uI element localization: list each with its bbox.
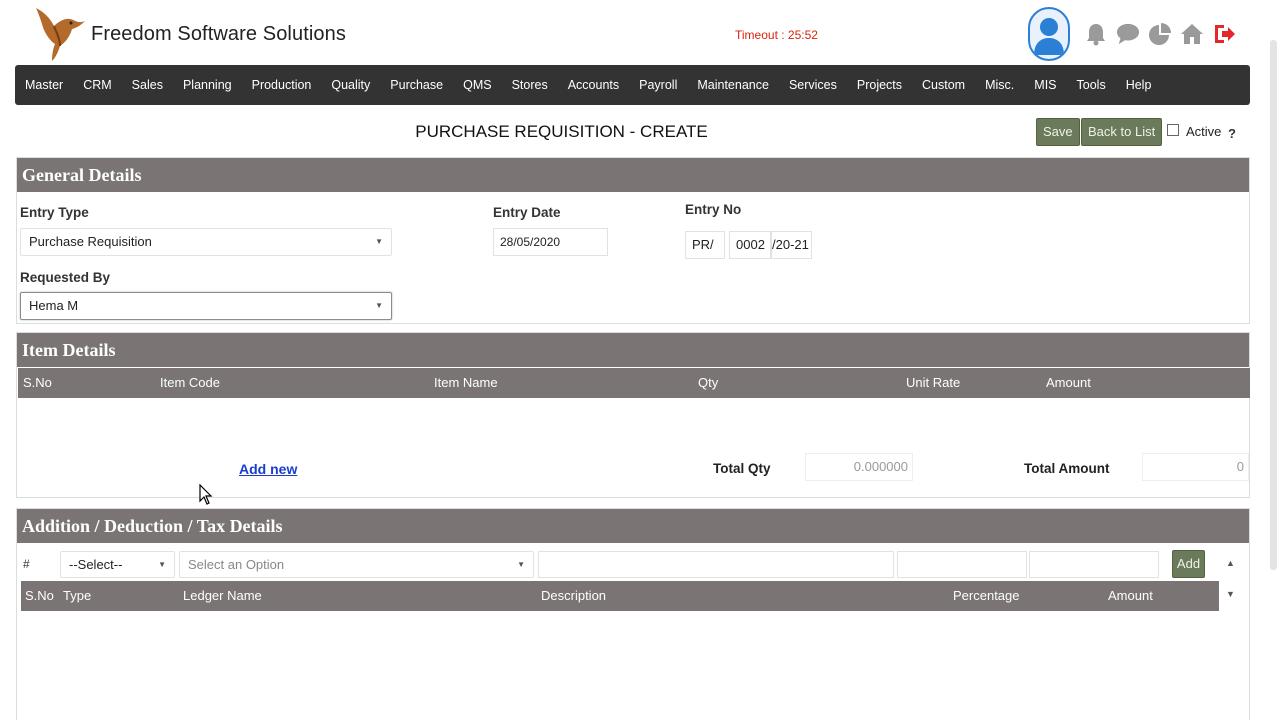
col-item-code: Item Code [160,375,220,390]
entry-type-label: Entry Type [20,205,89,220]
scroll-down-icon[interactable]: ▼ [1226,589,1235,599]
total-qty-label: Total Qty [713,461,771,476]
header-icons [1028,6,1240,62]
description-input[interactable] [538,551,894,578]
app-header: Freedom Software Solutions Timeout : 25:… [0,0,1280,64]
menu-misc[interactable]: Misc. [985,78,1014,92]
main-menu: Master CRM Sales Planning Production Qua… [15,65,1250,105]
general-details-heading: General Details [17,158,1249,192]
menu-accounts[interactable]: Accounts [568,78,619,92]
entry-no-label: Entry No [685,202,742,217]
col-item-name: Item Name [434,375,498,390]
menu-services[interactable]: Services [789,78,837,92]
save-button[interactable]: Save [1036,118,1080,146]
page-title: PURCHASE REQUISITION - CREATE [415,122,708,141]
tax-type-select[interactable]: --Select-- ▼ [60,551,175,578]
entry-no-suffix: /20-21 [771,231,812,259]
user-avatar-icon[interactable] [1028,7,1070,61]
col-ledger-name: Ledger Name [183,588,262,603]
menu-tools[interactable]: Tools [1077,78,1106,92]
ledger-select[interactable]: Select an Option ▼ [179,551,534,578]
chat-icon[interactable] [1116,22,1140,46]
chevron-down-icon: ▼ [517,560,525,569]
menu-sales[interactable]: Sales [132,78,163,92]
general-details-panel: General Details Entry Type Purchase Requ… [16,157,1250,324]
col-type: Type [63,588,92,603]
col-sno: S.No [25,588,54,603]
pie-chart-icon[interactable] [1148,22,1172,46]
ledger-placeholder: Select an Option [188,557,285,572]
help-icon[interactable]: ? [1228,126,1236,141]
chevron-down-icon: ▼ [158,560,166,569]
menu-crm[interactable]: CRM [83,78,111,92]
menu-payroll[interactable]: Payroll [639,78,677,92]
tax-details-panel: Addition / Deduction / Tax Details # --S… [16,508,1250,720]
menu-stores[interactable]: Stores [512,78,548,92]
tax-grid-header: S.No Type Ledger Name Description Percen… [21,581,1219,611]
total-amount-value: 0 [1142,453,1249,481]
col-amount: Amount [1108,588,1153,603]
session-timeout: Timeout : 25:52 [735,28,818,42]
total-qty-value: 0.000000 [805,453,913,481]
entry-no-number[interactable]: 0002 [729,231,771,259]
back-to-list-button[interactable]: Back to List [1081,118,1163,146]
menu-planning[interactable]: Planning [183,78,232,92]
mouse-cursor-icon [199,484,213,505]
entry-type-select[interactable]: Purchase Requisition ▼ [20,228,392,256]
col-description: Description [541,588,607,603]
home-icon[interactable] [1180,22,1204,46]
page-scrollbar[interactable] [1270,40,1277,570]
logout-icon[interactable] [1212,22,1236,46]
entry-date-label: Entry Date [493,205,561,220]
chevron-down-icon: ▼ [375,301,383,310]
chevron-down-icon: ▼ [375,237,383,246]
menu-projects[interactable]: Projects [857,78,902,92]
menu-help[interactable]: Help [1126,78,1152,92]
row-hash-label: # [23,557,30,571]
tax-type-value: --Select-- [69,557,123,572]
active-checkbox[interactable] [1167,123,1179,136]
item-details-panel: Item Details S.No Item Code Item Name Qt… [16,332,1250,498]
col-sno: S.No [23,375,52,390]
company-name: Freedom Software Solutions [91,23,346,45]
active-label: Active [1186,124,1222,139]
hummingbird-logo [36,8,85,61]
menu-mis[interactable]: MIS [1034,78,1056,92]
requested-by-select[interactable]: Hema M ▼ [20,292,392,320]
menu-quality[interactable]: Quality [331,78,370,92]
col-qty: Qty [698,375,719,390]
entry-type-value: Purchase Requisition [29,234,152,249]
bell-icon[interactable] [1084,22,1108,46]
menu-custom[interactable]: Custom [922,78,965,92]
menu-maintenance[interactable]: Maintenance [697,78,769,92]
requested-by-value: Hema M [29,298,79,313]
menu-master[interactable]: Master [25,78,63,92]
tax-details-heading: Addition / Deduction / Tax Details [17,509,1249,543]
entry-no-prefix: PR/ [685,231,725,259]
total-amount-label: Total Amount [1024,461,1110,476]
menu-qms[interactable]: QMS [463,78,491,92]
percentage-input[interactable] [897,551,1027,578]
col-unit-rate: Unit Rate [906,375,961,390]
amount-input[interactable] [1029,551,1159,578]
item-grid-header: S.No Item Code Item Name Qty Unit Rate A… [18,368,1250,398]
add-tax-button[interactable]: Add [1172,550,1205,578]
active-toggle[interactable]: Active [1167,123,1222,139]
menu-production[interactable]: Production [252,78,312,92]
col-percentage: Percentage [953,588,1020,603]
col-amount: Amount [1046,375,1091,390]
item-details-heading: Item Details [17,333,1249,367]
requested-by-label: Requested By [20,270,111,285]
menu-purchase[interactable]: Purchase [390,78,443,92]
entry-date-field[interactable]: 28/05/2020 [493,228,608,256]
add-new-link[interactable]: Add new [239,461,297,477]
scroll-up-icon[interactable]: ▲ [1226,558,1235,568]
